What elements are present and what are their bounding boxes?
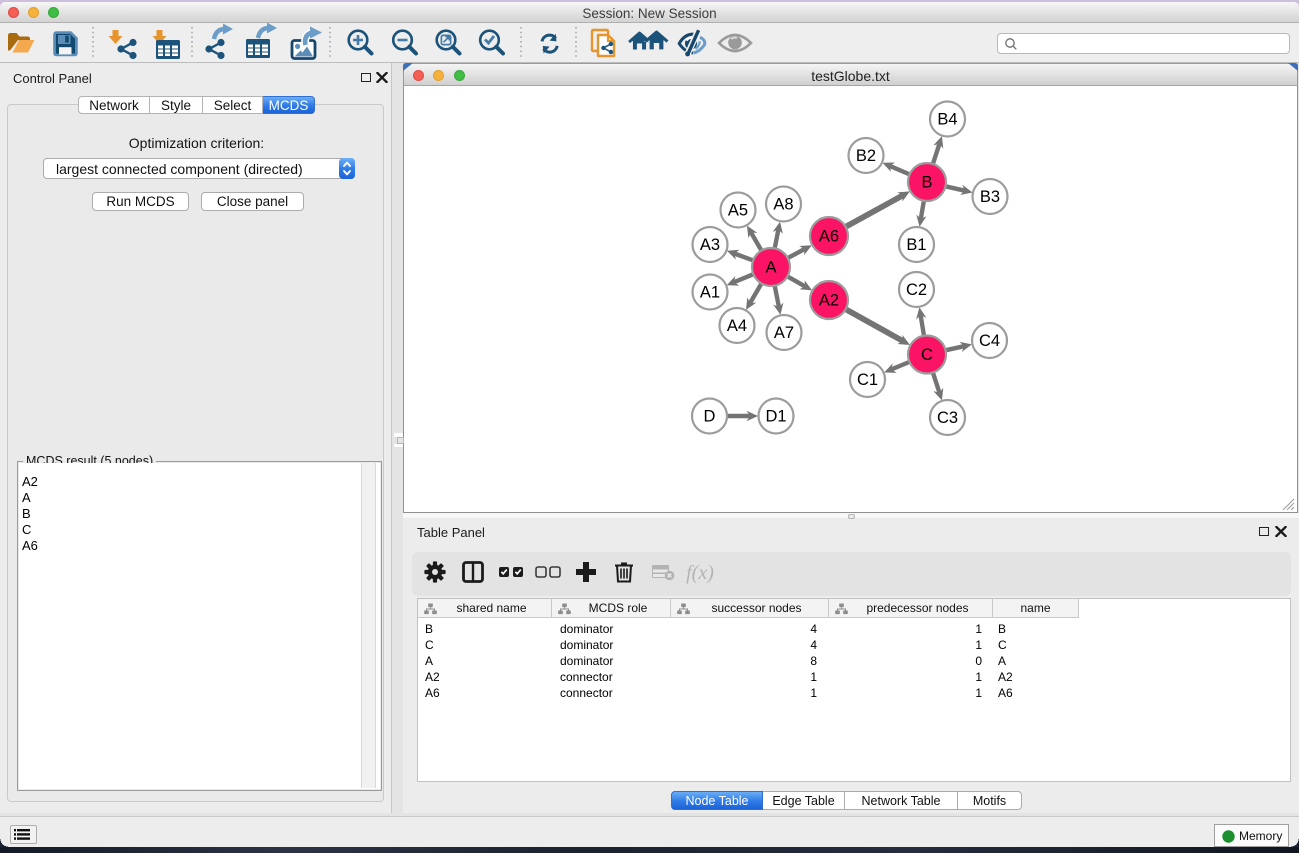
- svg-text:A6: A6: [819, 228, 839, 246]
- svg-text:A5: A5: [728, 202, 748, 220]
- svg-text:B1: B1: [906, 236, 926, 254]
- svg-text:B4: B4: [937, 111, 957, 129]
- svg-text:A8: A8: [773, 196, 793, 214]
- svg-text:C4: C4: [979, 332, 1000, 350]
- svg-text:C2: C2: [906, 281, 927, 299]
- svg-text:B3: B3: [980, 188, 1000, 206]
- svg-text:D1: D1: [765, 408, 786, 426]
- svg-text:C3: C3: [937, 409, 958, 427]
- svg-text:A1: A1: [700, 284, 720, 302]
- svg-text:A7: A7: [774, 324, 794, 342]
- svg-text:A3: A3: [700, 236, 720, 254]
- svg-text:f(x): f(x): [686, 562, 714, 584]
- svg-text:A: A: [765, 259, 776, 277]
- svg-text:A2: A2: [819, 292, 839, 310]
- svg-text:C1: C1: [857, 371, 878, 389]
- svg-text:D: D: [704, 408, 716, 426]
- svg-text:B2: B2: [856, 147, 876, 165]
- svg-text:B: B: [921, 174, 932, 192]
- svg-text:C: C: [921, 346, 933, 364]
- svg-text:A4: A4: [727, 317, 747, 335]
